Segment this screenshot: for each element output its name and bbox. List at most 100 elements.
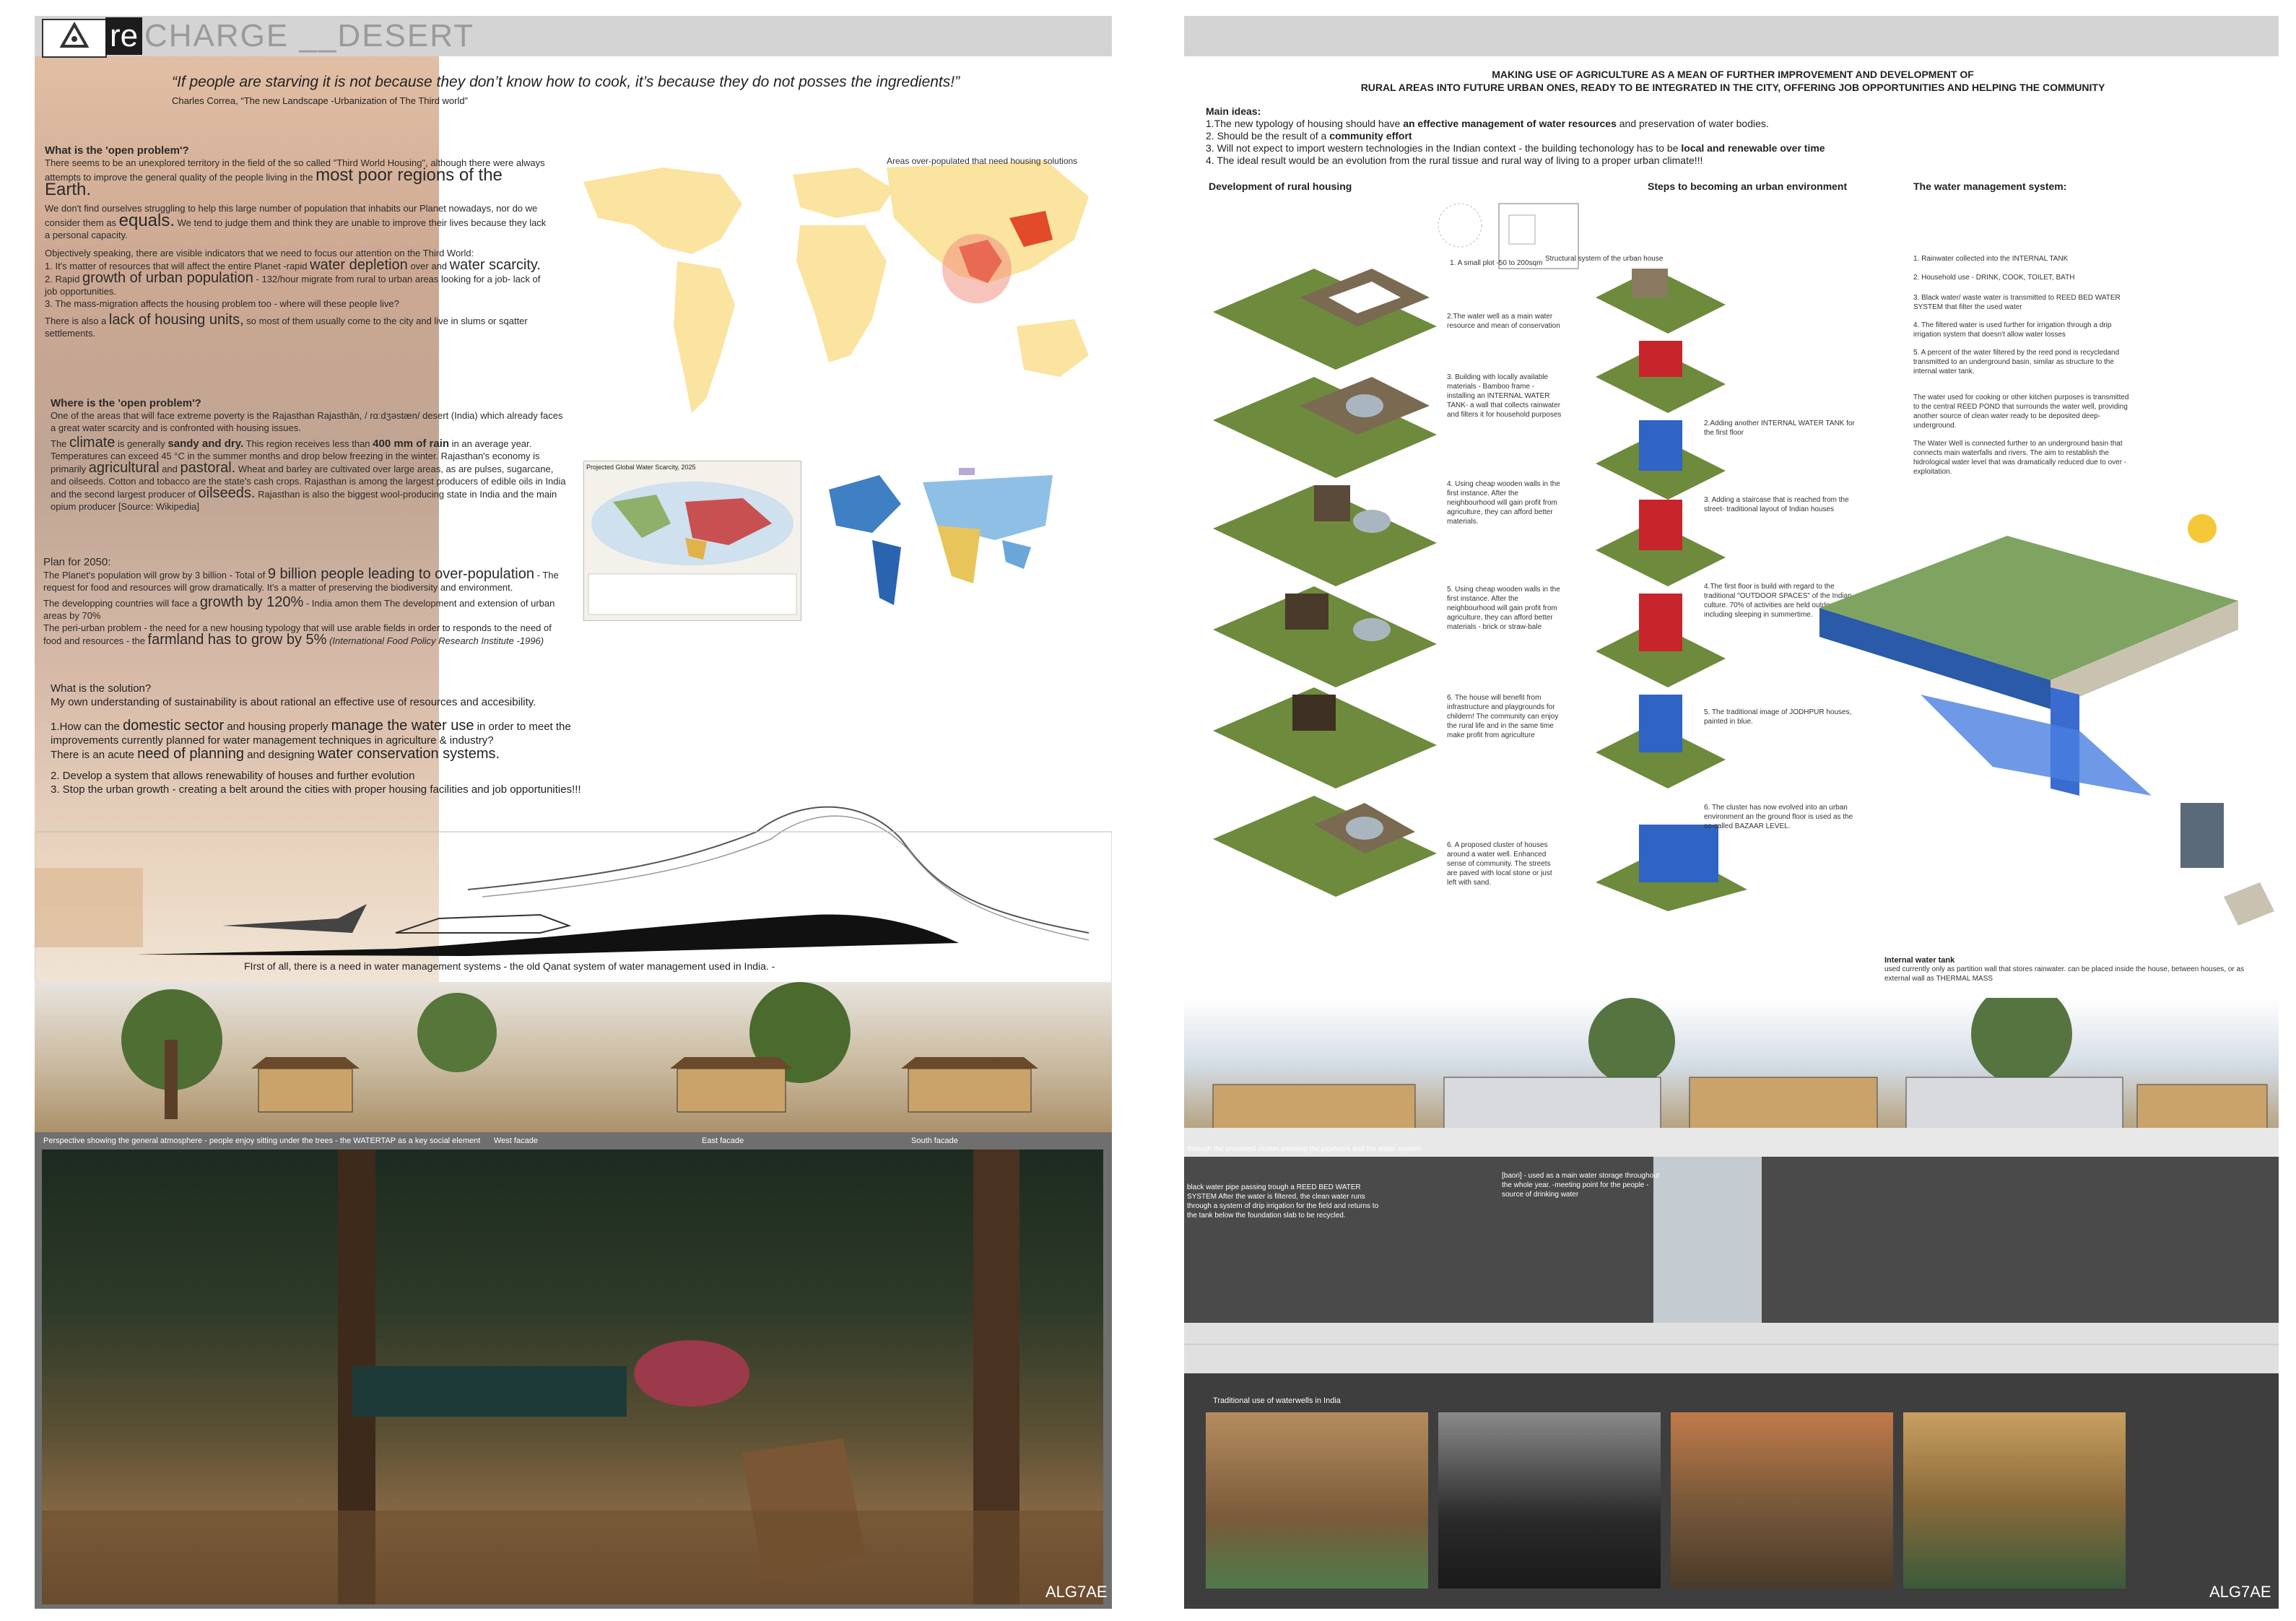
op-l4a: There is also a (45, 316, 107, 326)
water-step-1: 1. Rainwater collected into the INTERNAL… (1913, 255, 2069, 263)
water-step-4: 4. The filtered water is used further fo… (1913, 321, 2112, 339)
plot-step-3 (1213, 485, 1437, 586)
plot-step-6 (1213, 796, 1437, 897)
title-rest: CHARGE __DESERT (144, 18, 475, 53)
pl-p2a: The developping countries will face a (43, 598, 198, 609)
title-re: re (105, 17, 143, 55)
solution-block: What is the solution? My own understandi… (51, 682, 599, 796)
idea-2b: community effort (1329, 130, 1412, 142)
pl-p3b: farmland has to grow by 5% (147, 632, 327, 648)
global-water-scarcity-map: Projected Global Water Scarcity, 2025 (583, 461, 801, 621)
pl-p1a: The Planet's population will grow by 3 b… (43, 570, 266, 581)
heading-line-2: RURAL AREAS INTO FUTURE URBAN ONES, READ… (1360, 82, 2105, 93)
photo-women-well (1671, 1412, 1893, 1589)
render-caption: Perspective showing the general atmosphe… (43, 1137, 481, 1145)
idea-3b: local and renewable over time (1681, 142, 1825, 154)
facade-south-label: South facade (911, 1137, 958, 1145)
water-system-diagram (1819, 514, 2274, 926)
main-ideas: Main ideas: 1.The new typology of housin… (1206, 105, 2072, 167)
rural-step-5: 5. Using cheap wooden walls in the first… (1447, 586, 1560, 631)
section-caption: FIrst of all, there is a need in water m… (244, 960, 775, 972)
plot-step-4 (1213, 586, 1437, 687)
so-p2a: 1.How can the (51, 721, 120, 733)
pl-p2b: growth by 120% (199, 594, 304, 610)
heading-line-1: MAKING USE OF AGRICULTURE AS A MEAN OF F… (1492, 69, 1974, 80)
where-block: Where is the 'open problem'? One of the … (51, 397, 570, 513)
so-p1: My own understanding of sustainability i… (51, 696, 536, 708)
idea-3a: 3. Will not expect to import western tec… (1206, 142, 1679, 154)
op-p2b: equals. (118, 211, 175, 230)
solution-heading: What is the solution? (51, 682, 152, 695)
over-population-world-map (583, 160, 1089, 413)
idea-1a: 1.The new typology of housing should hav… (1206, 118, 1401, 129)
water-step-7: The Water Well is connected further to a… (1913, 440, 2127, 476)
recycle-logo-icon (42, 19, 107, 58)
wh-p2l: oilseeds. (198, 485, 256, 501)
wh-p1: One of the areas that will face extreme … (51, 410, 563, 433)
col-title-urban: Steps to becoming an urban environment (1648, 181, 1848, 192)
pl-p1b: 9 billion people leading to over-populat… (267, 566, 534, 582)
internal-tank-block: Internal water tank used currently only … (1884, 956, 2260, 983)
wh-p2h: agricultural (88, 460, 160, 476)
section-label-1: through the proposed cluster showing the… (1187, 1145, 1422, 1153)
idea-4: 4. The ideal result would be an evolutio… (1206, 155, 1703, 166)
section-label-2: black water pipe passing trough a REED B… (1187, 1183, 1379, 1220)
idea-1c: and preservation of water bodies. (1619, 118, 1769, 129)
elevations-graphic (121, 982, 1038, 1119)
so-p4: 2. Develop a system that allows renewabi… (51, 770, 415, 782)
op-l4b: lack of housing units, (108, 312, 244, 328)
water-step-6: The water used for cooking or other kitc… (1913, 394, 2129, 430)
tank-title: Internal water tank (1884, 956, 1955, 965)
quote: “If people are starving it is not becaus… (172, 74, 960, 90)
pl-p3c: (International Food Policy Research Inst… (329, 635, 544, 646)
col-title-rural: Development of rural housing (1209, 181, 1352, 192)
plot-step-2 (1213, 377, 1437, 478)
op-l2b: growth of urban population (82, 270, 253, 286)
wh-p2c: is generally (118, 438, 165, 449)
water-step-2: 2. Household use - DRINK, COOK, TOILET, … (1913, 274, 2075, 282)
rural-step-cluster: 6. A proposed cluster of houses around a… (1447, 841, 1552, 887)
tank-text: used currently only as partition wall th… (1884, 965, 2245, 983)
map-caption: Areas over-populated that need housing s… (887, 156, 1078, 166)
facade-east-label: East facade (702, 1137, 744, 1145)
op-l2a: 2. Rapid (45, 274, 80, 284)
op-l3: 3. The mass-migration affects the housin… (45, 298, 399, 309)
left-poster: re CHARGE __DESERT “If people are starvi… (35, 16, 1112, 1609)
so-p2c: and housing properly (227, 721, 329, 733)
right-heading: MAKING USE OF AGRICULTURE AS A MEAN OF F… (1213, 68, 2253, 94)
water-map-1-title: Projected Global Water Scarcity, 2025 (586, 464, 696, 471)
photos-title: Traditional use of waterwells in India (1213, 1396, 1341, 1405)
code-left: ALG7AE (1045, 1583, 1108, 1601)
so-p3b: need of planning (137, 746, 244, 762)
plot-step-5 (1213, 687, 1437, 788)
water-step-5: 5. A percent of the water filtered by th… (1913, 349, 2120, 375)
quote-source: Charles Correa, “The new Landscape -Urba… (172, 95, 468, 106)
plot-step-1 (1213, 269, 1437, 370)
wh-p2j: pastoral. (180, 460, 236, 476)
wh-p2d: sandy and dry. (168, 438, 244, 450)
op-l1c: over and (410, 261, 448, 271)
section-label-3: [baori] - used as a main water storage t… (1502, 1172, 1660, 1199)
idea-1b: an effective management of water resourc… (1403, 118, 1617, 129)
col-title-water: The water management system: (1913, 181, 2067, 192)
perspective-render-graphic (42, 1150, 1103, 1604)
wh-p2i: and (162, 464, 178, 474)
urban-step-2: 2.Adding another INTERNAL WATER TANK for… (1704, 420, 1855, 437)
rural-step-4: 4. Using cheap wooden walls in the first… (1447, 480, 1560, 526)
rural-step-2: 2.The water well as a main water resourc… (1447, 313, 1560, 330)
rural-step-6: 6. The house will benefit from infrastru… (1447, 694, 1559, 739)
perspective-render (42, 1150, 1103, 1604)
landscape-elevations (35, 982, 1112, 1141)
so-p2d: manage the water use (331, 718, 474, 734)
facade-west-label: West facade (494, 1137, 538, 1145)
code-right: ALG7AE (2209, 1583, 2271, 1601)
so-p3c: and designing (247, 749, 315, 761)
photo-stepwell-1 (1206, 1412, 1428, 1589)
photo-stepwell-2 (1438, 1412, 1661, 1589)
photo-water-pouring (1903, 1412, 2126, 1589)
op-l1d: water scarcity. (449, 257, 541, 273)
so-p3a: There is an acute (51, 749, 134, 761)
water-step-3: 3. Black water/ waste water is transmitt… (1913, 294, 2121, 311)
main-ideas-title: Main ideas: (1206, 105, 1261, 117)
so-p3d: water conservation systems. (317, 746, 500, 762)
